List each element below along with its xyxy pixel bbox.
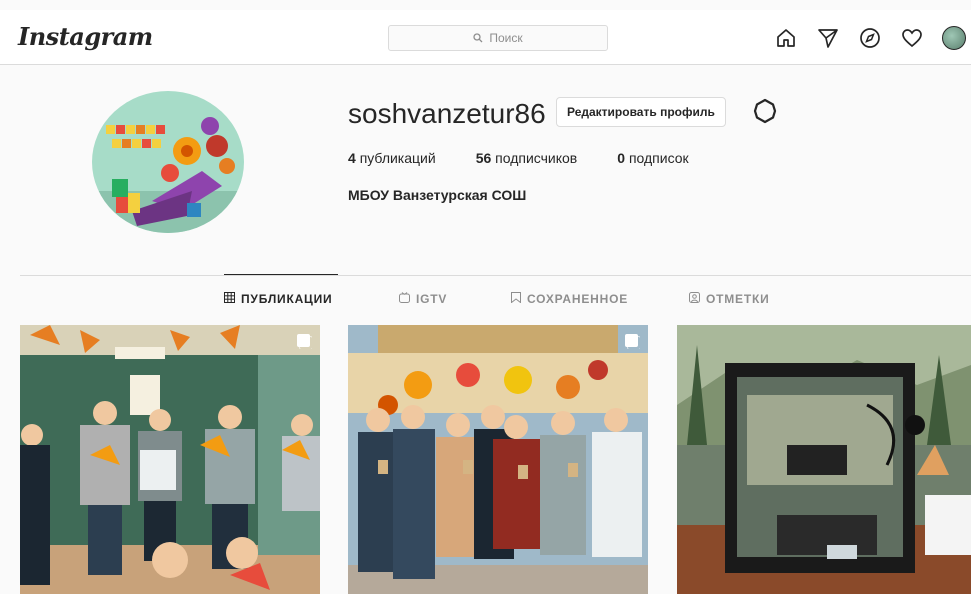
followers-count-value: 56 (475, 150, 492, 166)
top-navigation-bar: Instagram Поиск (0, 10, 971, 65)
home-icon[interactable] (774, 26, 798, 50)
direct-icon[interactable] (816, 26, 840, 50)
tab-saved-label: СОХРАНЕННОЕ (527, 292, 629, 306)
explore-icon[interactable] (858, 26, 882, 50)
tab-posts[interactable]: ПУБЛИКАЦИИ (224, 292, 332, 306)
tab-tagged[interactable]: ОТМЕТКИ (689, 292, 770, 306)
profile-picture[interactable] (92, 91, 244, 233)
tagged-icon (689, 292, 700, 306)
profile-full-name: МБОУ Ванзетурская СОШ (348, 187, 527, 203)
post-thumbnail[interactable] (348, 325, 648, 594)
tab-igtv[interactable]: IGTV (399, 292, 447, 306)
igtv-icon (399, 292, 410, 306)
nav-icons (774, 26, 966, 50)
posts-count: 4 публикаций (348, 150, 436, 166)
edit-profile-button[interactable]: Редактировать профиль (556, 97, 726, 127)
following-count[interactable]: 0 подписок (617, 150, 688, 166)
instagram-logo[interactable]: Instagram (18, 22, 153, 51)
post-thumbnail[interactable] (20, 325, 320, 594)
posts-count-value: 4 (348, 150, 356, 166)
grid-icon (224, 292, 235, 306)
search-icon (473, 33, 483, 43)
following-count-label: подписок (628, 150, 689, 166)
bookmark-icon (511, 292, 521, 306)
tab-tagged-label: ОТМЕТКИ (706, 292, 770, 306)
following-count-value: 0 (617, 150, 626, 166)
profile-username: soshvanzetur86 (348, 98, 546, 129)
search-placeholder: Поиск (489, 31, 523, 45)
settings-gear-icon[interactable] (752, 98, 778, 124)
carousel-icon (296, 333, 313, 354)
carousel-icon (624, 333, 641, 354)
profile-stats: 4 публикаций 56 подписчиков 0 подписок (348, 150, 729, 166)
avatar (942, 26, 966, 50)
followers-count[interactable]: 56 подписчиков (476, 150, 578, 166)
tab-posts-label: ПУБЛИКАЦИИ (241, 292, 333, 306)
tab-igtv-label: IGTV (416, 292, 448, 306)
post-thumbnail[interactable] (677, 325, 971, 594)
search-input[interactable]: Поиск (388, 25, 608, 51)
profile-avatar-icon[interactable] (942, 26, 966, 50)
followers-count-label: подписчиков (495, 150, 578, 166)
tab-saved[interactable]: СОХРАНЕННОЕ (511, 292, 628, 306)
tabs-divider (20, 275, 971, 276)
active-tab-indicator (224, 274, 338, 275)
posts-count-label: публикаций (359, 150, 436, 166)
activity-heart-icon[interactable] (900, 26, 924, 50)
